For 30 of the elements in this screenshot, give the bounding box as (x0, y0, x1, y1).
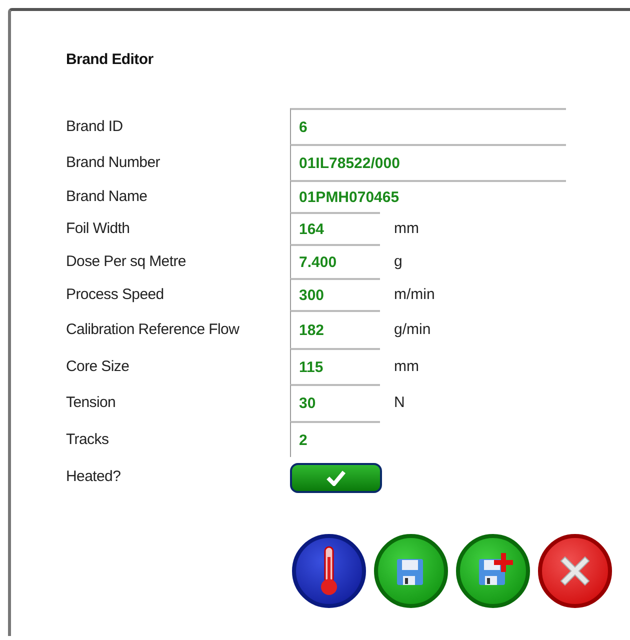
unit-label: m/min (393, 284, 435, 304)
window-title: Brand Editor (66, 51, 154, 68)
field-label: Foil Width (66, 218, 131, 238)
unit-label: N (393, 393, 405, 413)
input-field[interactable]: 01PMH070465 (290, 180, 566, 212)
unit-label: g (393, 252, 402, 272)
unit-label: g/min (393, 320, 431, 340)
unit-label: mm (393, 356, 419, 376)
heated-toggle[interactable] (290, 463, 382, 493)
input-field[interactable]: 164 (290, 212, 380, 244)
field-label: Tracks (66, 430, 110, 450)
input-field[interactable]: 30 (290, 384, 380, 421)
field-label: Calibration Reference Flow (66, 320, 240, 340)
field-label: Brand Number (66, 152, 161, 172)
field-label: Core Size (66, 356, 130, 376)
field-label: Process Speed (66, 284, 165, 304)
field-label: Tension (66, 393, 117, 413)
field-label: Dose Per sq Metre (66, 252, 187, 272)
input-field[interactable]: 7.400 (290, 244, 380, 278)
field-label: Brand ID (66, 116, 124, 136)
check-icon (326, 470, 346, 486)
input-field[interactable]: 2 (290, 421, 380, 457)
input-field[interactable]: 300 (290, 278, 380, 310)
input-field[interactable]: 115 (290, 348, 380, 384)
input-field[interactable]: 182 (290, 310, 380, 348)
field-label: Heated? (66, 466, 122, 486)
input-field[interactable]: 6 (290, 108, 566, 144)
field-label: Brand Name (66, 186, 148, 206)
input-field[interactable]: 01IL78522/000 (290, 144, 566, 180)
unit-label: mm (393, 218, 419, 238)
